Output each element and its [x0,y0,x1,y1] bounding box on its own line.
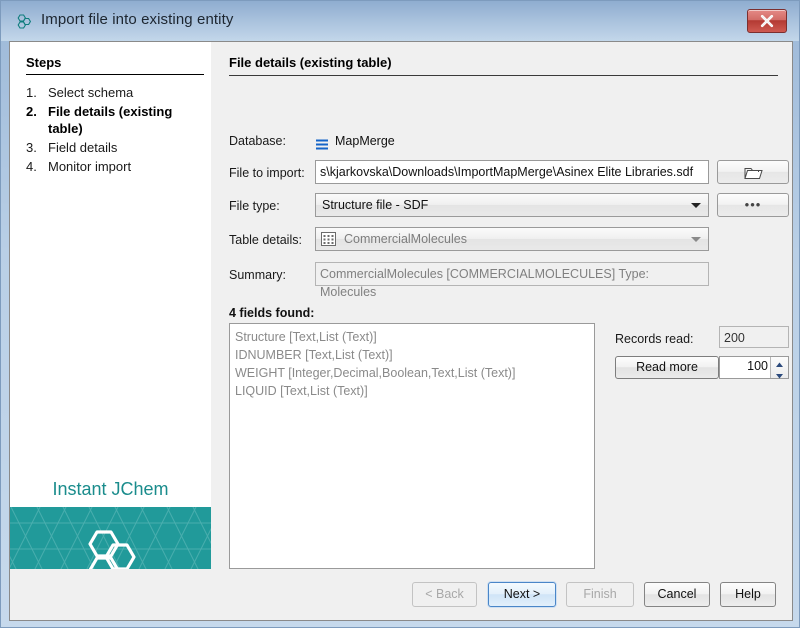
cancel-button[interactable]: Cancel [644,582,710,607]
records-read-value: 200 [719,326,789,348]
dialog-client-area: Steps 1. Select schema 2. File details (… [9,41,793,607]
help-button[interactable]: Help [720,582,776,607]
chevron-down-icon [691,203,701,208]
hexagon-cluster-icon [14,12,33,31]
step-item-3: 3. Field details [26,139,206,156]
database-lines-icon [315,137,329,155]
dialog-window: Import file into existing entity Steps 1… [0,0,800,628]
database-label: Database: [229,134,286,148]
finish-button[interactable]: Finish [566,582,634,607]
list-item[interactable]: LIQUID [Text,List (Text)] [235,382,589,400]
steps-heading: Steps [26,55,62,70]
back-button[interactable]: < Back [412,582,477,607]
stepper-up-button[interactable] [771,357,788,368]
grid-table-icon [321,232,336,251]
step-number: 4. [26,159,37,174]
table-details-value: CommercialMolecules [344,232,467,246]
database-value: MapMerge [335,134,395,148]
table-details-select[interactable]: CommercialMolecules [315,227,709,251]
page-title-rule [229,75,778,76]
step-label: File details (existing table) [48,104,173,136]
file-type-value: Structure file - SDF [322,198,429,212]
file-type-options-button[interactable]: ••• [717,193,789,217]
step-label: Monitor import [48,159,132,174]
dialog-footer: < Back Next > Finish Cancel Help [9,569,793,621]
steps-panel: Steps 1. Select schema 2. File details (… [10,42,211,607]
main-pane: File details (existing table) Database: … [211,42,792,569]
window-title: Import file into existing entity [41,11,234,28]
list-item[interactable]: WEIGHT [Integer,Decimal,Boolean,Text,Lis… [235,364,589,382]
caret-down-icon [776,373,783,378]
close-button[interactable] [747,9,787,33]
read-more-button[interactable]: Read more [615,356,719,379]
chevron-down-icon [691,237,701,242]
read-count-value: 100 [747,359,768,373]
summary-label: Summary: [229,268,286,282]
step-label: Select schema [48,85,134,100]
table-details-label: Table details: [229,233,302,247]
steps-list: 1. Select schema 2. File details (existi… [26,82,206,175]
file-type-select[interactable]: Structure file - SDF [315,193,709,217]
steps-heading-rule [26,74,204,75]
records-read-label: Records read: [615,332,694,346]
step-label: Field details [48,140,118,155]
brand-name: Instant JChem [52,479,169,499]
folder-icon [744,168,763,179]
file-type-label: File type: [229,199,280,213]
page-title: File details (existing table) [229,55,392,70]
list-item[interactable]: Structure [Text,List (Text)] [235,328,589,346]
title-bar: Import file into existing entity [1,1,799,41]
file-to-import-input[interactable]: s\kjarkovska\Downloads\ImportMapMerge\As… [315,160,709,184]
read-count-stepper[interactable]: 100 [719,356,789,379]
close-icon [760,14,774,28]
step-number: 1. [26,85,37,100]
browse-file-button[interactable] [717,160,789,184]
next-button[interactable]: Next > [488,582,556,607]
fields-found-caption: 4 fields found: [229,306,315,320]
summary-field: CommercialMolecules [COMMERCIALMOLECULES… [315,262,709,299]
step-number: 2. [26,104,37,119]
file-to-import-label: File to import: [229,166,305,180]
step-item-4: 4. Monitor import [26,158,206,175]
step-item-2: 2. File details (existing table) [26,103,206,137]
stepper-buttons [770,357,788,378]
fields-listbox[interactable]: Structure [Text,List (Text)] IDNUMBER [T… [229,323,595,569]
ellipsis-icon: ••• [744,197,762,212]
stepper-down-button[interactable] [771,368,788,378]
step-number: 3. [26,140,37,155]
step-item-1: 1. Select schema [26,84,206,101]
list-item[interactable]: IDNUMBER [Text,List (Text)] [235,346,589,364]
